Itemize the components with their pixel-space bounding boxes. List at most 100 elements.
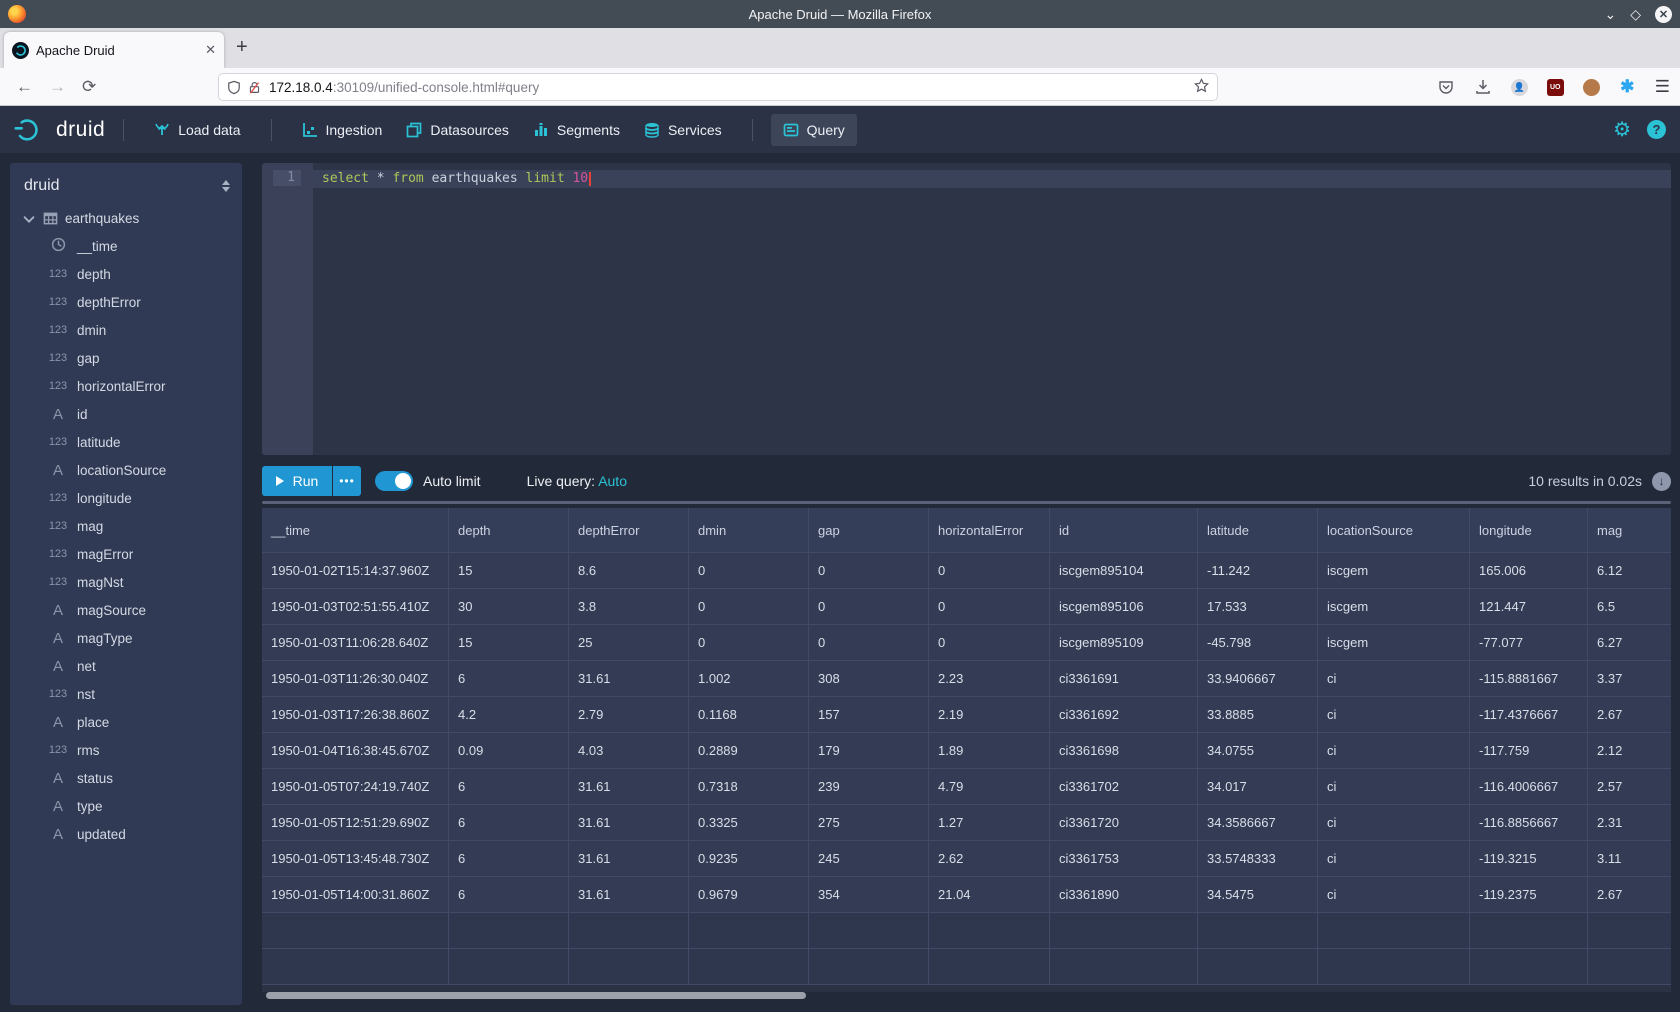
table-cell[interactable]: 31.61	[569, 661, 689, 697]
table-cell[interactable]: 6	[449, 769, 569, 805]
table-cell[interactable]: 245	[809, 841, 929, 877]
table-cell[interactable]: 275	[809, 805, 929, 841]
table-cell[interactable]: ci	[1318, 805, 1470, 841]
nav-item-ingestion[interactable]: Ingestion	[290, 114, 395, 146]
table-cell[interactable]: 0	[809, 553, 929, 589]
table-cell[interactable]: 1.89	[929, 733, 1050, 769]
sidebar-item-gap[interactable]: 123gap	[10, 344, 242, 372]
table-cell[interactable]: ci	[1318, 661, 1470, 697]
table-cell[interactable]: 3.8	[569, 589, 689, 625]
table-cell[interactable]: ci3361720	[1050, 805, 1198, 841]
sidebar-item-nst[interactable]: 123nst	[10, 680, 242, 708]
sidebar-item-latitude[interactable]: 123latitude	[10, 428, 242, 456]
table-cell[interactable]: iscgem895106	[1050, 589, 1198, 625]
table-cell[interactable]: 1950-01-05T14:00:31.860Z	[262, 877, 449, 913]
table-cell[interactable]: 179	[809, 733, 929, 769]
table-cell[interactable]: 0.1168	[689, 697, 809, 733]
table-cell[interactable]: 1950-01-04T16:38:45.670Z	[262, 733, 449, 769]
table-cell[interactable]: 4.79	[929, 769, 1050, 805]
table-cell[interactable]: ci3361692	[1050, 697, 1198, 733]
sidebar-item-updated[interactable]: Aupdated	[10, 820, 242, 848]
scrollbar-thumb[interactable]	[266, 992, 806, 999]
url-bar[interactable]: 172.18.0.4:30109/unified-console.html#qu…	[218, 73, 1218, 101]
table-cell[interactable]: iscgem	[1318, 589, 1470, 625]
table-cell[interactable]: 0	[929, 589, 1050, 625]
table-cell[interactable]: iscgem	[1318, 625, 1470, 661]
forward-button[interactable]: →	[49, 77, 66, 97]
sidebar-item-longitude[interactable]: 123longitude	[10, 484, 242, 512]
sidebar-item-__time[interactable]: __time	[10, 232, 242, 260]
new-tab-button[interactable]: +	[236, 36, 248, 59]
table-cell[interactable]: 6	[449, 805, 569, 841]
settings-gear-icon[interactable]: ⚙	[1613, 117, 1631, 142]
table-cell[interactable]: ci	[1318, 697, 1470, 733]
cookie-extension-icon[interactable]	[1583, 79, 1600, 96]
table-cell[interactable]: 121.447	[1470, 589, 1588, 625]
table-cell[interactable]: 21.04	[929, 877, 1050, 913]
header-id[interactable]: id	[1050, 508, 1198, 553]
header-locationSource[interactable]: locationSource	[1318, 508, 1470, 553]
table-cell[interactable]: 1950-01-05T13:45:48.730Z	[262, 841, 449, 877]
extension-icon[interactable]: ✱	[1619, 79, 1636, 96]
table-cell[interactable]: 34.5475	[1198, 877, 1318, 913]
table-cell[interactable]: 2.67	[1588, 877, 1671, 913]
table-cell[interactable]: ci	[1318, 841, 1470, 877]
window-minimize-button[interactable]: ⌄	[1604, 7, 1616, 21]
help-icon[interactable]: ?	[1647, 120, 1666, 139]
run-more-button[interactable]: •••	[333, 466, 361, 496]
auto-limit-label[interactable]: Auto limit	[423, 473, 481, 489]
table-cell[interactable]: 2.23	[929, 661, 1050, 697]
sidebar-item-magNst[interactable]: 123magNst	[10, 568, 242, 596]
table-cell[interactable]: 4.2	[449, 697, 569, 733]
druid-logo[interactable]: druid	[14, 117, 105, 143]
reload-button[interactable]: ⟳	[82, 77, 96, 97]
table-cell[interactable]: 31.61	[569, 877, 689, 913]
pocket-icon[interactable]	[1437, 78, 1455, 96]
table-cell[interactable]: 2.67	[1588, 697, 1671, 733]
table-cell[interactable]: 1.27	[929, 805, 1050, 841]
table-cell[interactable]: 1950-01-03T11:26:30.040Z	[262, 661, 449, 697]
shield-icon[interactable]	[227, 80, 241, 95]
table-cell[interactable]: -11.242	[1198, 553, 1318, 589]
bookmark-star-icon[interactable]	[1194, 78, 1209, 96]
table-cell[interactable]: 34.0755	[1198, 733, 1318, 769]
header-__time[interactable]: __time	[262, 508, 449, 553]
back-button[interactable]: ←	[16, 77, 33, 97]
table-cell[interactable]: 1.002	[689, 661, 809, 697]
table-cell[interactable]: 31.61	[569, 805, 689, 841]
header-dmin[interactable]: dmin	[689, 508, 809, 553]
table-cell[interactable]: iscgem895104	[1050, 553, 1198, 589]
table-cell[interactable]: -119.3215	[1470, 841, 1588, 877]
table-cell[interactable]: 239	[809, 769, 929, 805]
chevron-down-icon[interactable]	[22, 212, 36, 226]
nav-item-query[interactable]: Query	[771, 114, 857, 146]
window-maximize-button[interactable]: ◇	[1630, 7, 1641, 21]
lock-insecure-icon[interactable]	[248, 80, 261, 95]
nav-item-load-data[interactable]: Load data	[142, 114, 252, 146]
table-cell[interactable]: 31.61	[569, 769, 689, 805]
table-cell[interactable]: 6	[449, 841, 569, 877]
table-cell[interactable]: 25	[569, 625, 689, 661]
header-latitude[interactable]: latitude	[1198, 508, 1318, 553]
sidebar-item-status[interactable]: Astatus	[10, 764, 242, 792]
table-cell[interactable]: 33.5748333	[1198, 841, 1318, 877]
table-cell[interactable]: 0.7318	[689, 769, 809, 805]
header-gap[interactable]: gap	[809, 508, 929, 553]
account-extension-icon[interactable]: 👤	[1511, 79, 1528, 96]
sidebar-item-earthquakes[interactable]: earthquakes	[10, 205, 242, 232]
table-cell[interactable]: ci3361702	[1050, 769, 1198, 805]
tab-close-icon[interactable]: ✕	[205, 42, 216, 58]
table-cell[interactable]: 2.12	[1588, 733, 1671, 769]
table-cell[interactable]: 308	[809, 661, 929, 697]
table-cell[interactable]: 34.3586667	[1198, 805, 1318, 841]
table-cell[interactable]: 0.9679	[689, 877, 809, 913]
live-query-value[interactable]: Auto	[598, 473, 627, 489]
ublock-extension-icon[interactable]: UO	[1547, 79, 1564, 96]
table-cell[interactable]: -116.4006667	[1470, 769, 1588, 805]
table-cell[interactable]: ci3361890	[1050, 877, 1198, 913]
table-cell[interactable]: 6	[449, 877, 569, 913]
table-cell[interactable]: ci3361753	[1050, 841, 1198, 877]
table-cell[interactable]: 0	[689, 553, 809, 589]
sidebar-item-place[interactable]: Aplace	[10, 708, 242, 736]
header-depthError[interactable]: depthError	[569, 508, 689, 553]
